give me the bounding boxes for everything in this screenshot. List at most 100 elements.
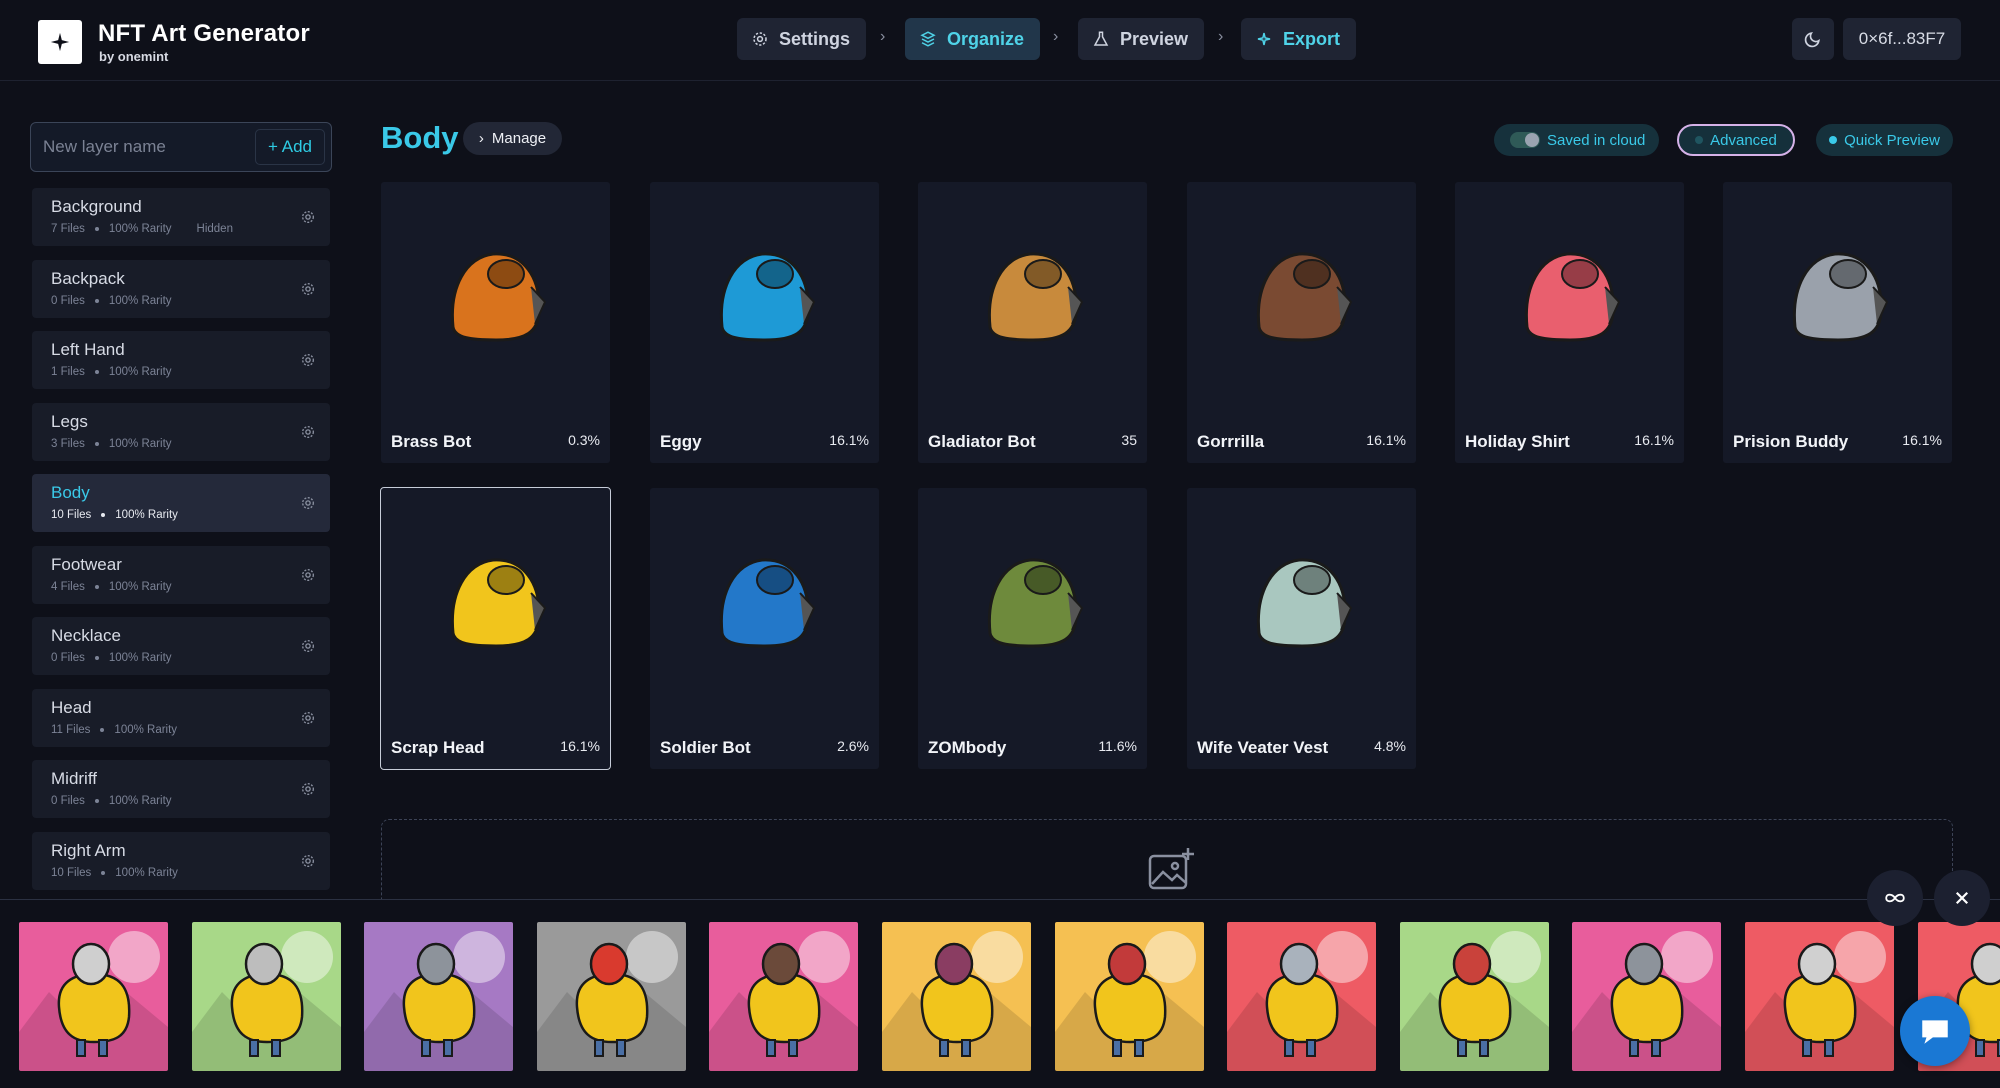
layer-name: Left Hand <box>51 340 125 359</box>
new-layer-input[interactable] <box>43 131 249 163</box>
preview-thumbnail[interactable] <box>536 922 686 1071</box>
trait-image <box>1187 182 1416 411</box>
layer-meta: 1 Files 100% Rarity <box>51 366 172 378</box>
step-settings[interactable]: Settings <box>737 18 867 60</box>
advanced-button[interactable]: Advanced <box>1677 124 1795 156</box>
layer-rarity: 100% Rarity <box>108 294 172 307</box>
layer-file-count: 10 Files <box>51 509 92 521</box>
saved-in-cloud-toggle[interactable]: Saved in cloud <box>1494 124 1659 156</box>
step-preview[interactable]: Preview <box>1078 18 1205 60</box>
trait-rarity: 2.6% <box>837 738 869 754</box>
advanced-label: Advanced <box>1710 131 1777 149</box>
preview-thumbnail[interactable] <box>709 922 859 1071</box>
theme-toggle-button[interactable] <box>1792 18 1834 60</box>
add-image-icon <box>1148 848 1194 890</box>
gear-icon[interactable] <box>300 710 316 726</box>
new-layer-form: + Add <box>30 122 332 172</box>
trait-rarity: 16.1% <box>1902 432 1942 448</box>
layer-item[interactable]: Background 7 Files 100% Rarity Hidden <box>32 188 330 246</box>
gear-icon[interactable] <box>300 352 316 368</box>
separator-dot <box>94 799 99 803</box>
trait-card[interactable]: Eggy 16.1% <box>650 182 879 463</box>
wallet-address-button[interactable]: 0×6f...83F7 <box>1843 18 1961 60</box>
trait-image <box>918 182 1147 411</box>
trait-name: Holiday Shirt <box>1465 432 1570 451</box>
layer-name: Midriff <box>51 769 97 788</box>
preview-thumbnail[interactable] <box>1745 922 1894 1071</box>
layer-item[interactable]: Right Arm 10 Files 100% Rarity <box>32 831 330 890</box>
layer-meta: 7 Files 100% Rarity Hidden <box>51 223 233 235</box>
logo[interactable] <box>38 20 82 64</box>
layer-name: Legs <box>51 411 88 431</box>
trait-name: ZOMbody <box>928 738 1007 757</box>
close-icon <box>1955 891 1969 905</box>
gear-icon[interactable] <box>300 638 316 654</box>
layer-name: Head <box>51 697 92 717</box>
layer-item[interactable]: Footwear 4 Files 100% Rarity <box>32 545 330 604</box>
layer-item[interactable]: Legs 3 Files 100% Rarity <box>32 402 330 461</box>
layer-file-count: 0 Files <box>51 652 85 664</box>
gear-icon[interactable] <box>300 853 316 869</box>
layer-item[interactable]: Necklace 0 Files 100% Rarity <box>32 617 330 675</box>
layer-meta: 4 Files 100% Rarity <box>51 581 172 593</box>
separator-dot <box>94 370 99 374</box>
trait-image <box>918 488 1147 717</box>
step-export[interactable]: Export <box>1241 18 1357 60</box>
preview-thumbnail[interactable] <box>882 922 1031 1071</box>
loop-button[interactable] <box>1867 870 1923 926</box>
preview-thumbnail[interactable] <box>191 922 341 1071</box>
layer-meta: 10 Files 100% Rarity <box>51 509 178 521</box>
layers-icon <box>920 31 936 47</box>
layer-rarity: 100% Rarity <box>108 795 172 807</box>
layer-item[interactable]: Left Hand 1 Files 100% Rarity <box>32 331 330 389</box>
trait-card[interactable]: Gorrrilla 16.1% <box>1187 182 1416 463</box>
layer-rarity: 100% Rarity <box>108 580 172 593</box>
manage-button[interactable]: › Manage <box>463 122 562 155</box>
preview-thumbnail[interactable] <box>1399 922 1549 1071</box>
trait-card[interactable]: Scrap Head 16.1% <box>380 487 611 770</box>
trait-card[interactable]: Gladiator Bot 35 <box>918 182 1147 463</box>
chevron-right-icon: › <box>880 28 886 45</box>
layer-item[interactable]: Midriff 0 Files 100% Rarity <box>32 760 330 818</box>
separator-dot <box>94 441 99 446</box>
preview-thumbnail[interactable] <box>1572 922 1722 1071</box>
gear-icon[interactable] <box>300 281 316 297</box>
layer-item[interactable]: Backpack 0 Files 100% Rarity <box>32 259 330 318</box>
gear-icon[interactable] <box>300 567 316 583</box>
gear-icon[interactable] <box>300 424 316 440</box>
trait-card[interactable]: Soldier Bot 2.6% <box>650 488 879 769</box>
preview-thumbnail[interactable] <box>1227 922 1377 1071</box>
gear-icon[interactable] <box>300 781 316 797</box>
trait-card[interactable]: Holiday Shirt 16.1% <box>1455 182 1684 463</box>
preview-thumbnail[interactable] <box>364 922 514 1071</box>
layer-file-count: 3 Files <box>51 437 85 450</box>
trait-card[interactable]: Prision Buddy 16.1% <box>1723 182 1952 463</box>
layer-item[interactable]: Head 11 Files 100% Rarity <box>32 688 330 747</box>
chat-button[interactable] <box>1900 996 1970 1066</box>
preview-thumbnail[interactable] <box>19 922 168 1071</box>
trait-rarity: 11.6% <box>1098 738 1137 754</box>
manage-label: Manage <box>491 130 547 147</box>
app-subtitle: by onemint <box>99 49 169 64</box>
step-label: Settings <box>779 28 851 49</box>
quick-preview-button[interactable]: Quick Preview <box>1816 124 1953 156</box>
gear-icon[interactable] <box>300 209 316 225</box>
gear-icon[interactable] <box>300 495 316 511</box>
layer-name: Necklace <box>51 626 121 645</box>
layer-item[interactable]: Body 10 Files 100% Rarity <box>32 474 330 532</box>
close-strip-button[interactable] <box>1934 870 1990 926</box>
add-layer-button[interactable]: + Add <box>255 129 325 165</box>
layer-rarity: 100% Rarity <box>108 366 172 378</box>
trait-name: Soldier Bot <box>660 738 751 757</box>
trait-card[interactable]: Wife Veater Vest 4.8% <box>1187 488 1416 769</box>
trait-card[interactable]: Brass Bot 0.3% <box>381 182 610 463</box>
trait-card[interactable]: ZOMbody 11.6% <box>918 488 1147 769</box>
layer-name: Footwear <box>51 554 122 574</box>
layer-name: Body <box>51 483 90 502</box>
preview-thumbnail[interactable] <box>1054 922 1204 1071</box>
sparkle-logo-icon <box>50 32 70 52</box>
layer-rarity: 100% Rarity <box>115 509 178 521</box>
step-organize[interactable]: Organize <box>905 18 1041 60</box>
layer-meta: 0 Files 100% Rarity <box>51 295 172 307</box>
gear-icon <box>753 32 767 46</box>
